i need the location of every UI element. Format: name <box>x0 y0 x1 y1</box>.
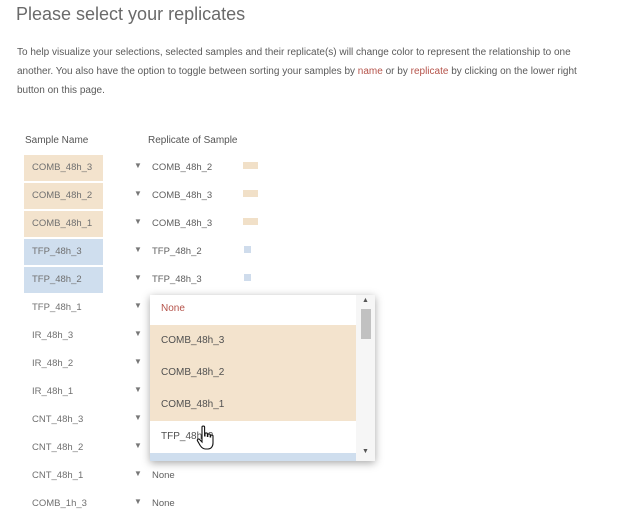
caret-down-icon[interactable]: ▼ <box>134 301 142 310</box>
scrollbar-thumb[interactable] <box>361 309 371 339</box>
replicate-select[interactable]: None <box>152 491 175 517</box>
dropdown-option[interactable]: COMB_48h_2 <box>150 357 356 389</box>
replicate-select[interactable]: None <box>152 463 175 489</box>
replicate-select[interactable]: COMB_48h_2 <box>152 155 212 181</box>
sample-name-cell: COMB_48h_1 <box>24 211 103 237</box>
sample-name-cell: TFP_48h_1 <box>32 302 82 313</box>
sample-name-cell: COMB_48h_3 <box>24 155 103 181</box>
replicate-color-swatch <box>244 274 251 281</box>
sample-row: COMB_48h_1 ▼ COMB_48h_3 <box>24 211 384 237</box>
caret-down-icon[interactable]: ▼ <box>134 469 142 478</box>
caret-down-icon[interactable]: ▼ <box>134 413 142 422</box>
intro-part2: or by <box>382 66 411 77</box>
replicate-color-swatch <box>243 162 258 169</box>
sort-by-replicate-text: replicate <box>410 66 449 77</box>
sample-row: TFP_48h_3 ▼ TFP_48h_2 <box>24 239 384 265</box>
replicate-color-swatch <box>243 218 258 225</box>
intro-text: To help visualize your selections, selec… <box>17 43 607 100</box>
caret-down-icon[interactable]: ▼ <box>134 357 142 366</box>
column-header-replicate: Replicate of Sample <box>148 135 238 146</box>
dropdown-option[interactable]: COMB_48h_1 <box>150 389 356 421</box>
scroll-up-icon[interactable]: ▲ <box>362 297 369 304</box>
sample-name-cell: COMB_48h_2 <box>24 183 103 209</box>
sample-row: COMB_1h_3 ▼ None <box>24 491 384 517</box>
page-title: Please select your replicates <box>16 4 246 24</box>
caret-down-icon[interactable]: ▼ <box>134 273 142 282</box>
dropdown-option[interactable]: None <box>150 295 356 325</box>
dropdown-scrollbar[interactable]: ▲ ▼ <box>356 295 375 461</box>
sample-name-cell: TFP_48h_2 <box>24 267 103 293</box>
replicate-select[interactable]: COMB_48h_3 <box>152 211 212 237</box>
sample-name-cell: IR_48h_1 <box>32 386 74 397</box>
caret-down-icon[interactable]: ▼ <box>134 497 142 506</box>
sample-name-cell: IR_48h_3 <box>32 330 74 341</box>
sample-name-cell: CNT_48h_1 <box>32 470 84 481</box>
caret-down-icon[interactable]: ▼ <box>134 329 142 338</box>
hand-pointer-icon <box>196 425 214 450</box>
scroll-down-icon[interactable]: ▼ <box>362 448 369 455</box>
sample-name-cell: IR_48h_2 <box>32 358 74 369</box>
sort-by-name-text: name <box>357 66 383 77</box>
replicate-select[interactable]: TFP_48h_2 <box>152 239 202 265</box>
sample-row: TFP_48h_2 ▼ TFP_48h_3 <box>24 267 384 293</box>
replicate-dropdown-menu: None COMB_48h_3 COMB_48h_2 COMB_48h_1 TFP_48… <box>150 295 375 461</box>
sample-row: CNT_48h_1 ▼ None <box>24 463 384 489</box>
caret-down-icon[interactable]: ▼ <box>134 385 142 394</box>
dropdown-option[interactable]: TFP_48h_3 <box>150 421 356 453</box>
sample-name-cell: COMB_1h_3 <box>32 498 87 509</box>
dropdown-option[interactable] <box>150 453 356 461</box>
sample-name-cell: CNT_48h_3 <box>32 414 84 425</box>
replicate-select[interactable]: COMB_48h_3 <box>152 183 212 209</box>
caret-down-icon[interactable]: ▼ <box>134 217 142 226</box>
sample-name-cell: TFP_48h_3 <box>24 239 103 265</box>
column-header-sample-name: Sample Name <box>25 135 89 146</box>
replicate-color-swatch <box>244 246 251 253</box>
caret-down-icon[interactable]: ▼ <box>134 161 142 170</box>
caret-down-icon[interactable]: ▼ <box>134 189 142 198</box>
dropdown-option[interactable]: COMB_48h_3 <box>150 325 356 357</box>
sample-row: COMB_48h_3 ▼ COMB_48h_2 <box>24 155 384 181</box>
sample-row: COMB_48h_2 ▼ COMB_48h_3 <box>24 183 384 209</box>
sample-name-cell: CNT_48h_2 <box>32 442 84 453</box>
caret-down-icon[interactable]: ▼ <box>134 441 142 450</box>
replicate-select[interactable]: TFP_48h_3 <box>152 267 202 293</box>
caret-down-icon[interactable]: ▼ <box>134 245 142 254</box>
replicate-color-swatch <box>243 190 258 197</box>
